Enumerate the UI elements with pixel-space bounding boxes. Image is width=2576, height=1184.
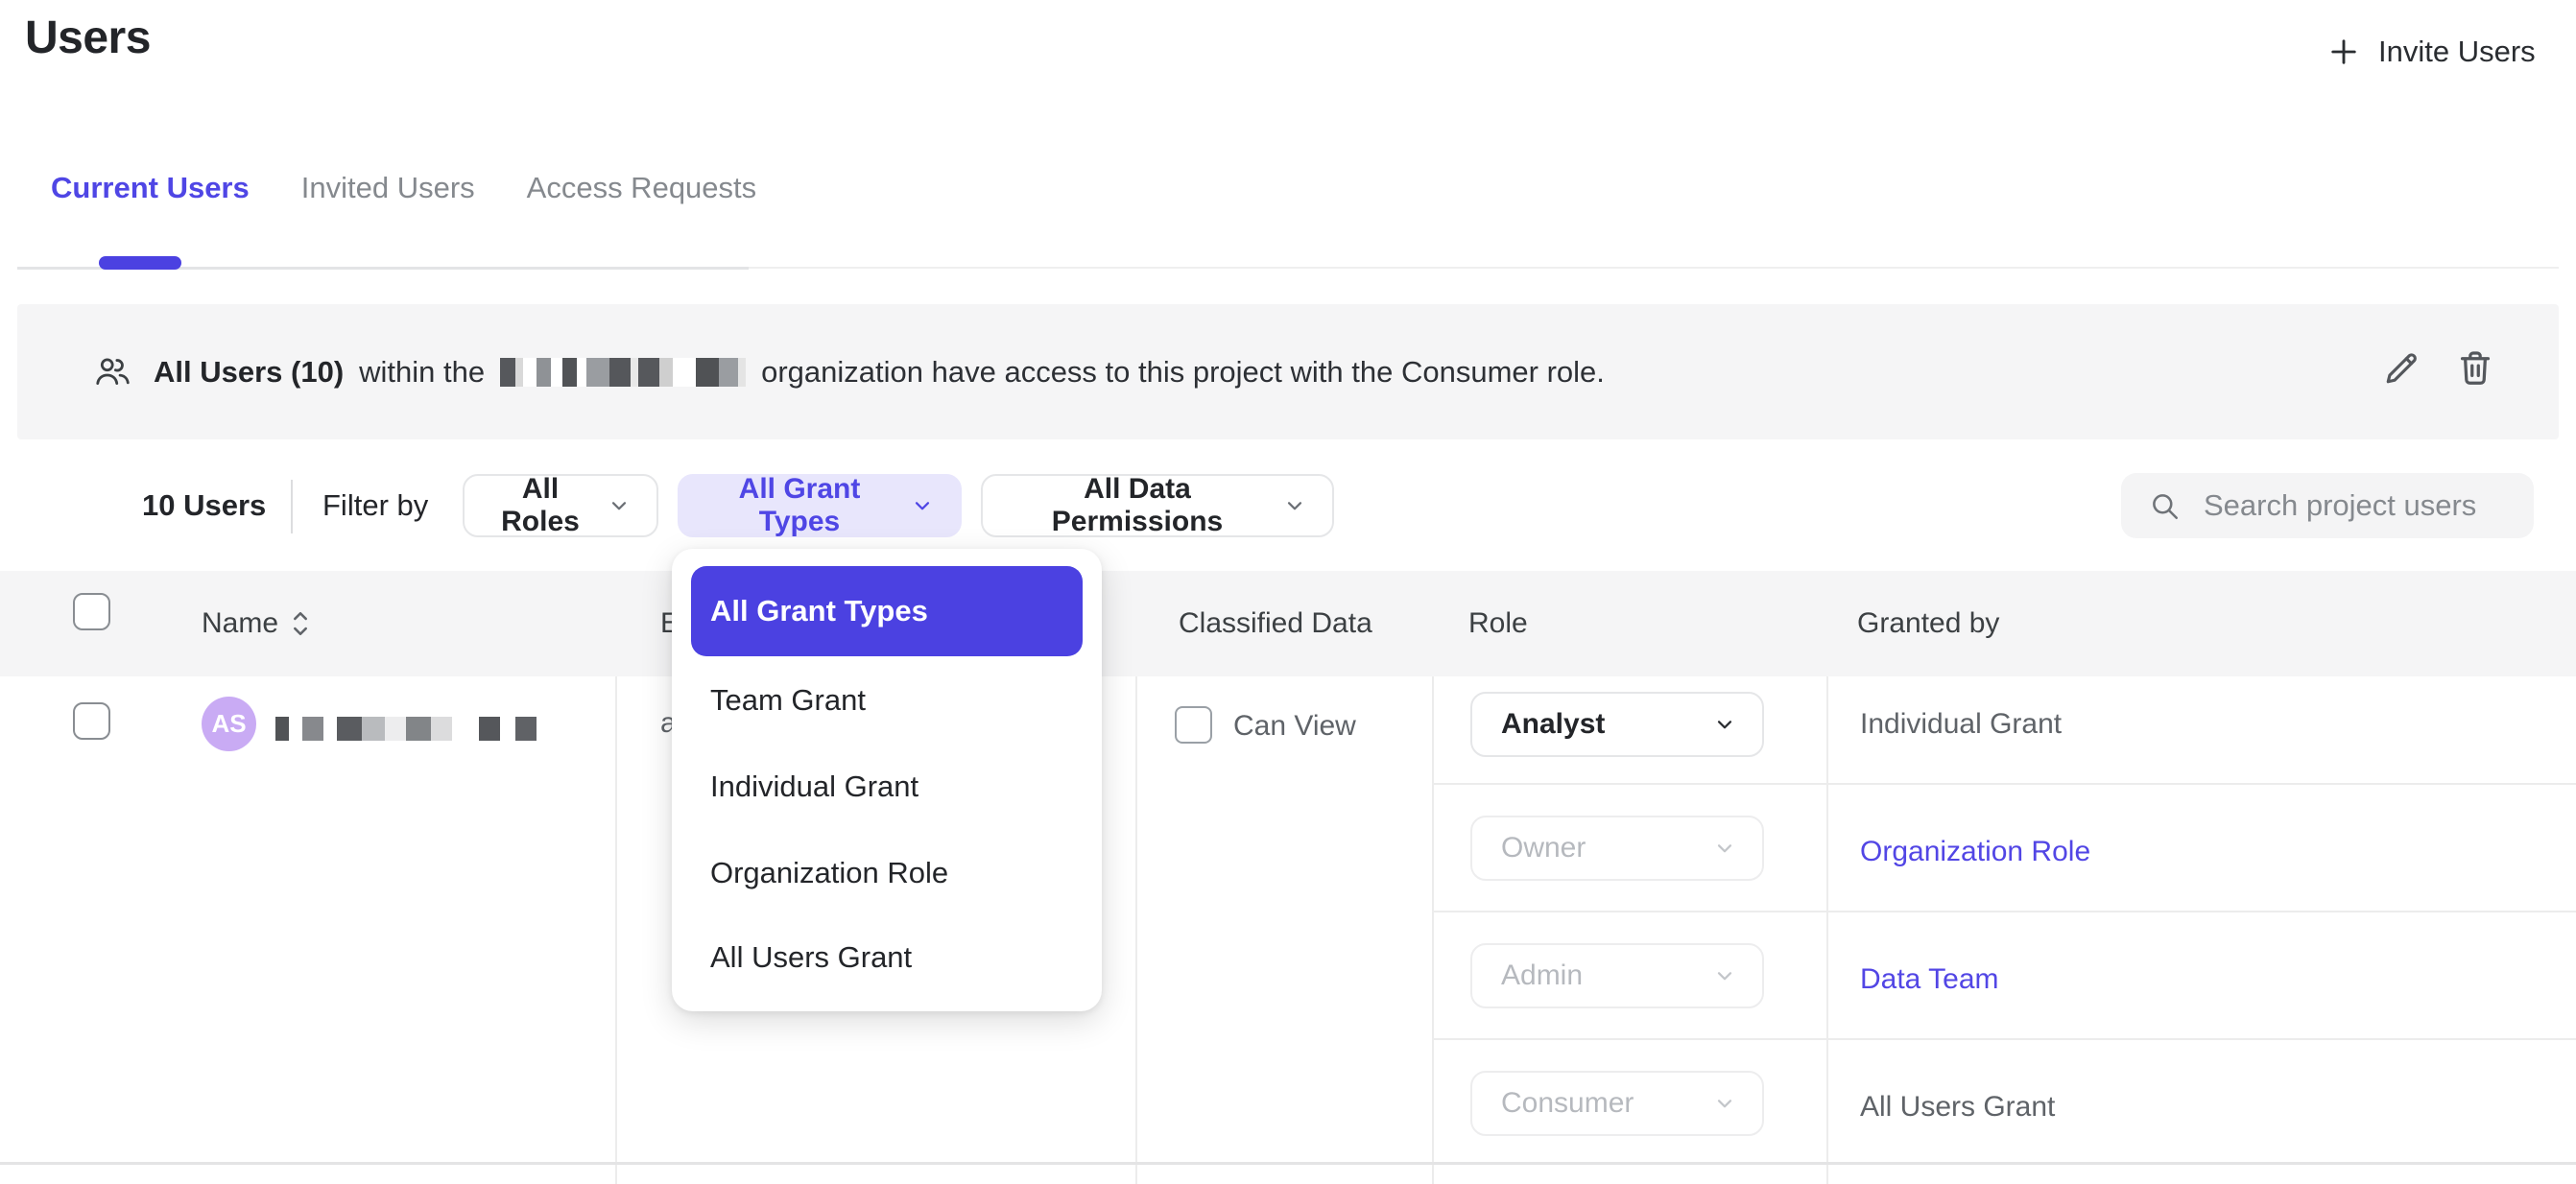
grant-row-divider xyxy=(1432,783,2576,785)
role-select-consumer: Consumer xyxy=(1470,1071,1764,1136)
user-count: 10 Users xyxy=(142,474,266,537)
granted-by-value: All Users Grant xyxy=(1860,1091,2055,1124)
column-divider xyxy=(1135,676,1137,1184)
banner-text: All Users (10) within the organization h… xyxy=(92,304,1605,439)
column-header-role: Role xyxy=(1468,607,1528,640)
redacted-org-name xyxy=(500,358,746,387)
role-select-admin: Admin xyxy=(1470,943,1764,1008)
column-divider xyxy=(615,676,617,1184)
page-title: Users xyxy=(25,12,151,64)
chevron-down-icon xyxy=(1712,712,1737,737)
select-all-checkbox[interactable] xyxy=(73,593,110,630)
menu-item-all-users-grant[interactable]: All Users Grant xyxy=(672,914,1102,1001)
search-box xyxy=(2121,473,2534,538)
menu-item-individual-grant[interactable]: Individual Grant xyxy=(672,744,1102,830)
all-data-permissions-filter[interactable]: All Data Permissions xyxy=(981,474,1334,537)
edit-icon[interactable] xyxy=(2380,347,2422,390)
invite-users-button[interactable]: Invite Users xyxy=(2321,27,2541,77)
role-select-label: Consumer xyxy=(1501,1087,1634,1120)
menu-item-team-grant[interactable]: Team Grant xyxy=(672,657,1102,744)
role-select-owner: Owner xyxy=(1470,816,1764,881)
tab-access-requests[interactable]: Access Requests xyxy=(527,171,757,205)
column-divider xyxy=(1432,676,1434,1184)
granted-by-link[interactable]: Data Team xyxy=(1860,963,1999,996)
all-grant-types-filter-label: All Grant Types xyxy=(708,473,891,538)
banner-all-users-count: All Users (10) xyxy=(154,355,344,390)
row-divider xyxy=(0,1162,2576,1165)
grant-types-dropdown-menu: All Grant Types Team Grant Individual Gr… xyxy=(672,549,1102,1011)
column-header-name[interactable]: Name xyxy=(202,607,278,640)
tab-bar: Current Users Invited Users Access Reque… xyxy=(51,171,756,205)
search-icon xyxy=(2148,489,2181,522)
people-icon xyxy=(92,352,132,392)
all-data-permissions-filter-label: All Data Permissions xyxy=(1012,473,1263,538)
granted-by-value: Individual Grant xyxy=(1860,708,2062,741)
all-roles-filter-label: All Roles xyxy=(493,473,587,538)
column-header-granted-by: Granted by xyxy=(1857,607,1999,640)
role-select-analyst[interactable]: Analyst xyxy=(1470,692,1764,757)
grant-row-divider xyxy=(1432,1038,2576,1040)
active-tab-indicator xyxy=(99,256,181,270)
role-select-label: Analyst xyxy=(1501,708,1605,741)
row-checkbox[interactable] xyxy=(73,702,110,740)
chevron-down-icon xyxy=(1712,836,1737,861)
banner-text-after: organization have access to this project… xyxy=(761,355,1605,390)
avatar: AS xyxy=(202,697,256,751)
chevron-down-icon xyxy=(1282,493,1307,518)
tab-invited-users[interactable]: Invited Users xyxy=(301,171,475,205)
filter-by-label: Filter by xyxy=(322,474,428,537)
trash-icon[interactable] xyxy=(2453,345,2497,390)
can-view-checkbox[interactable] xyxy=(1175,706,1212,744)
sort-icon[interactable] xyxy=(288,605,313,642)
column-header-classified-data: Classified Data xyxy=(1179,607,1372,640)
plus-icon xyxy=(2326,35,2361,69)
redacted-user-name xyxy=(275,717,537,741)
chevron-down-icon xyxy=(607,493,632,518)
role-select-label: Owner xyxy=(1501,832,1586,864)
chevron-down-icon xyxy=(1712,963,1737,988)
granted-by-link[interactable]: Organization Role xyxy=(1860,836,2090,868)
all-grant-types-filter[interactable]: All Grant Types xyxy=(678,474,962,537)
chevron-down-icon xyxy=(1712,1091,1737,1116)
tab-current-users[interactable]: Current Users xyxy=(51,171,250,205)
banner-text-before: within the xyxy=(359,355,485,390)
all-roles-filter[interactable]: All Roles xyxy=(463,474,658,537)
users-page: Users Invite Users Current Users Invited… xyxy=(0,0,2576,1184)
menu-item-all-grant-types[interactable]: All Grant Types xyxy=(691,566,1083,656)
toolbar-divider xyxy=(291,480,293,533)
role-select-label: Admin xyxy=(1501,959,1583,992)
invite-users-label: Invite Users xyxy=(2378,35,2536,69)
menu-item-organization-role[interactable]: Organization Role xyxy=(672,830,1102,916)
can-view-label: Can View xyxy=(1233,710,1356,743)
chevron-down-icon xyxy=(910,493,935,518)
search-input[interactable] xyxy=(2202,487,2507,524)
column-divider xyxy=(1826,676,1828,1184)
grant-row-divider xyxy=(1432,911,2576,912)
